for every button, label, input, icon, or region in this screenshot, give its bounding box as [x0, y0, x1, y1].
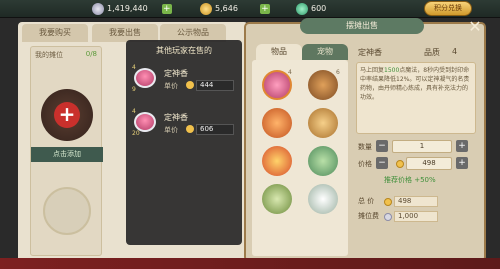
increase-quantity-button[interactable]: +	[456, 140, 468, 152]
quality-label: 品质	[424, 48, 440, 57]
slot-count: 6	[336, 69, 340, 76]
my-stall: 我的摊位 0/8 + 点击添加	[30, 46, 103, 256]
quality-value: 4	[452, 47, 458, 56]
currency-bar: 1,419,440 + 5,646 + 600 积分兑换	[0, 0, 500, 18]
add-silver-button[interactable]: +	[161, 3, 172, 14]
item-name: 定神香	[164, 113, 188, 122]
add-gold-button[interactable]: +	[259, 3, 270, 14]
decrease-quantity-button[interactable]: −	[376, 140, 388, 152]
quantity-input[interactable]: 1	[392, 140, 452, 153]
coin-icon	[396, 160, 404, 168]
my-stall-label: 我的摊位	[35, 51, 63, 59]
unit-price-label: 单价	[164, 82, 178, 90]
list-item[interactable]: 4 9 定神香 单价 444	[132, 64, 236, 94]
decrease-price-button[interactable]: −	[376, 157, 388, 169]
total-label: 总 价	[358, 197, 375, 205]
other-players-listing: 其他玩家在售的 4 9 定神香 单价 444 4 20 定神香 单价 606	[126, 40, 242, 245]
silver-coin-icon	[384, 213, 392, 221]
coin-icon	[384, 198, 392, 206]
incense-bowl-icon	[134, 68, 156, 88]
unit-price: 444	[196, 80, 234, 91]
unit-price-label: 单价	[164, 126, 178, 134]
inventory-grid: 4 6	[252, 60, 348, 256]
tab-pets[interactable]: 宠物	[302, 44, 348, 60]
desc-text: 马上回复	[360, 67, 385, 74]
tab-items[interactable]: 物品	[256, 44, 302, 60]
item-quantity: 9	[132, 86, 136, 93]
gold-currency: 5,646 +	[200, 2, 270, 15]
close-icon[interactable]: ✕	[466, 18, 484, 36]
click-to-add-button[interactable]: 点击添加	[31, 147, 103, 162]
price-input[interactable]: 498	[406, 157, 452, 170]
coin-icon	[186, 125, 194, 133]
stall-fee: 1,000	[394, 211, 438, 222]
my-stall-count: 0/8	[85, 50, 97, 58]
item-quality: 4	[132, 64, 136, 71]
unit-price: 606	[196, 124, 234, 135]
item-quality: 4	[132, 108, 136, 115]
item-name: 定神香	[164, 69, 188, 78]
item-quantity: 20	[132, 130, 140, 137]
silver-currency: 1,419,440 +	[92, 2, 172, 15]
scroll-item-slot[interactable]	[308, 108, 338, 138]
gold-amount: 5,646	[215, 4, 238, 13]
add-slot[interactable]: +	[41, 89, 93, 141]
points-exchange-button[interactable]: 积分兑换	[424, 1, 472, 16]
flower-item-slot[interactable]	[308, 184, 338, 214]
jade-currency: 600	[296, 2, 326, 15]
list-item[interactable]: 4 20 定神香 单价 606	[132, 108, 236, 138]
item-detail: 定神香 品质 4 马上回复1500点魔法，8秒内受到封印命中率结果降低12%。可…	[354, 44, 480, 254]
recommended-price: 推荐价格 +50%	[384, 176, 436, 184]
gold-coin-icon	[200, 2, 212, 15]
stall-fee-label: 摊位费	[358, 212, 379, 220]
item-name: 定神香	[358, 48, 382, 57]
silver-amount: 1,419,440	[107, 4, 148, 13]
flame-item-slot[interactable]	[262, 146, 292, 176]
jade-amount: 600	[311, 4, 327, 13]
silver-coin-icon	[92, 2, 104, 15]
total-price: 498	[394, 196, 438, 207]
increase-price-button[interactable]: +	[456, 157, 468, 169]
herb-item-slot[interactable]	[308, 70, 338, 100]
incense-bowl-icon	[134, 112, 156, 132]
tab-buy[interactable]: 我要购买	[22, 24, 88, 42]
coin-icon	[186, 81, 194, 89]
desc-highlight: 1500	[384, 67, 400, 74]
fruit-item-slot[interactable]	[262, 108, 292, 138]
dialog-title: 摆摊出售	[300, 18, 424, 34]
plus-icon: +	[54, 102, 80, 128]
item-description: 马上回复1500点魔法，8秒内受到封印命中率结果降低12%。可以定神凝气的名贵药…	[356, 62, 476, 134]
plant-item-slot[interactable]	[262, 184, 292, 214]
slot-count: 4	[288, 69, 292, 76]
jade-item-slot[interactable]	[308, 146, 338, 176]
quantity-label: 数量	[358, 143, 372, 151]
jade-coin-icon	[296, 2, 308, 15]
empty-slot[interactable]	[43, 187, 91, 235]
footer-decoration	[0, 258, 500, 269]
other-players-title: 其他玩家在售的	[156, 46, 212, 55]
price-label: 价格	[358, 160, 372, 168]
